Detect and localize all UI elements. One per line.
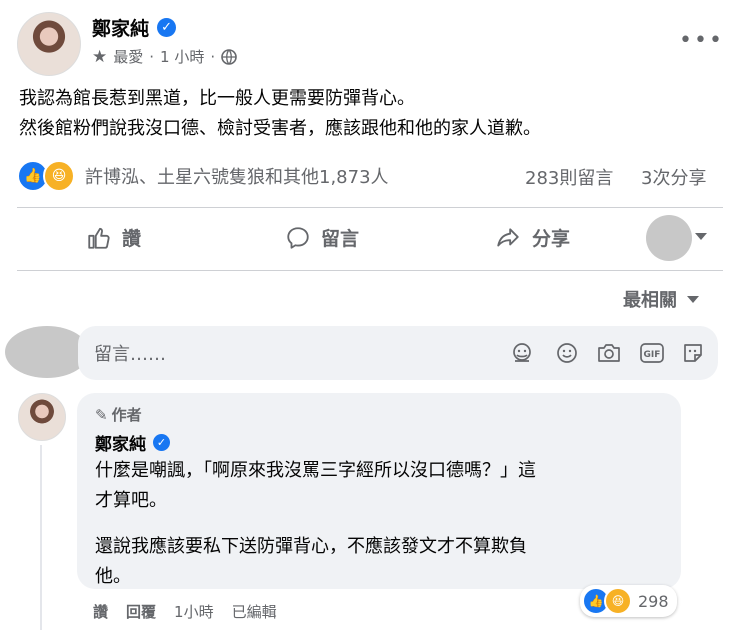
- comment-text: 什麼是嘲諷，「啊原來我沒罵三字經所以沒口德嗎？」這 才算吧。 還說我應該要私下送…: [95, 456, 675, 592]
- comment-edited: 已編輯: [231, 603, 277, 621]
- sort-label: 最相關: [623, 290, 677, 311]
- thumbs-up-icon: [88, 227, 110, 249]
- verified-badge-icon: ✓: [153, 434, 170, 451]
- author-badge-label: 作者: [111, 406, 142, 424]
- post-meta: ★ 最愛 · 1 小時 ·: [92, 46, 237, 67]
- comment-reactions[interactable]: 👍 😆 298: [580, 585, 677, 617]
- like-button[interactable]: 讚: [86, 224, 141, 251]
- post-body: 我認為館長惹到黑道，比一般人更需要防彈背心。 然後館粉們說我沒口德、檢討受害者，…: [19, 84, 729, 144]
- meta-separator: ·: [210, 47, 216, 66]
- post-author-row: 鄭家純 ✓: [92, 14, 177, 41]
- star-icon: ★: [92, 46, 108, 67]
- like-label: 讚: [122, 228, 142, 250]
- sort-selector[interactable]: 最相關: [623, 286, 699, 312]
- comment-button[interactable]: 留言: [285, 224, 359, 251]
- divider: [17, 270, 723, 271]
- viewer-avatar[interactable]: [646, 215, 692, 261]
- comment-line: 還說我應該要私下送防彈背心，不應該發文才不算欺負: [95, 536, 527, 557]
- comment-reaction-count: 298: [638, 591, 669, 611]
- share-arrow-icon: [497, 227, 519, 247]
- post-audience: 最愛: [113, 48, 144, 66]
- comment-line: 什麼是嘲諷，「啊原來我沒罵三字經所以沒口德嗎？」這: [95, 460, 536, 481]
- post-author-name[interactable]: 鄭家純: [92, 14, 149, 41]
- comment-footer: 讚 回覆 1小時 已編輯: [93, 601, 277, 622]
- reaction-names[interactable]: 許博泓、土星六號隻狼和其他1,873人: [85, 163, 389, 189]
- post-text-line: 然後館粉們說我沒口德、檢討受害者，應該跟他和他的家人道歉。: [19, 118, 541, 139]
- avatar-sticker-icon[interactable]: [510, 341, 534, 365]
- share-button[interactable]: 分享: [494, 224, 570, 251]
- sticker-icon[interactable]: [681, 341, 705, 365]
- haha-reaction-icon: 😆: [604, 587, 632, 615]
- comment-author-name[interactable]: 鄭家純: [95, 430, 146, 455]
- caret-down-icon[interactable]: [695, 233, 707, 240]
- comment-time[interactable]: 1小時: [174, 601, 214, 622]
- speech-bubble-icon: [287, 226, 309, 249]
- comment-like-button[interactable]: 讚: [93, 601, 108, 622]
- comment-count[interactable]: 283則留言: [525, 164, 613, 190]
- verified-badge-icon: ✓: [157, 18, 177, 37]
- pencil-icon: ✎: [95, 405, 108, 424]
- emoji-icon[interactable]: [555, 341, 579, 365]
- post-author-avatar[interactable]: [17, 12, 81, 76]
- meta-separator: ·: [149, 47, 155, 66]
- more-options-button[interactable]: •••: [679, 28, 724, 53]
- comment-line: 才算吧。: [95, 490, 167, 511]
- comment-reply-button[interactable]: 回覆: [126, 601, 156, 622]
- viewer-avatar[interactable]: [5, 326, 89, 378]
- share-count[interactable]: 3次分享: [641, 164, 706, 190]
- gif-icon[interactable]: GIF: [639, 341, 665, 365]
- post-text-line: 我認為館長惹到黑道，比一般人更需要防彈背心。: [19, 88, 415, 109]
- comment-author-avatar[interactable]: [18, 393, 66, 441]
- share-label: 分享: [532, 228, 571, 250]
- divider: [17, 207, 723, 208]
- thread-line: [40, 445, 42, 630]
- globe-icon: [221, 48, 237, 65]
- comment-label: 留言: [321, 228, 360, 250]
- reaction-summary[interactable]: 👍 😆 許博泓、土星六號隻狼和其他1,873人: [17, 160, 389, 192]
- camera-icon[interactable]: [596, 341, 622, 365]
- caret-down-icon: [687, 295, 699, 303]
- haha-reaction-icon: 😆: [43, 160, 75, 192]
- comment-input[interactable]: 留言…… GIF: [78, 326, 718, 380]
- post-time[interactable]: 1 小時: [160, 46, 204, 67]
- author-badge: ✎ 作者: [95, 404, 142, 425]
- comment-author-row: 鄭家純 ✓: [95, 430, 170, 455]
- svg-text:GIF: GIF: [644, 350, 661, 360]
- comment-input-placeholder: 留言……: [94, 344, 166, 365]
